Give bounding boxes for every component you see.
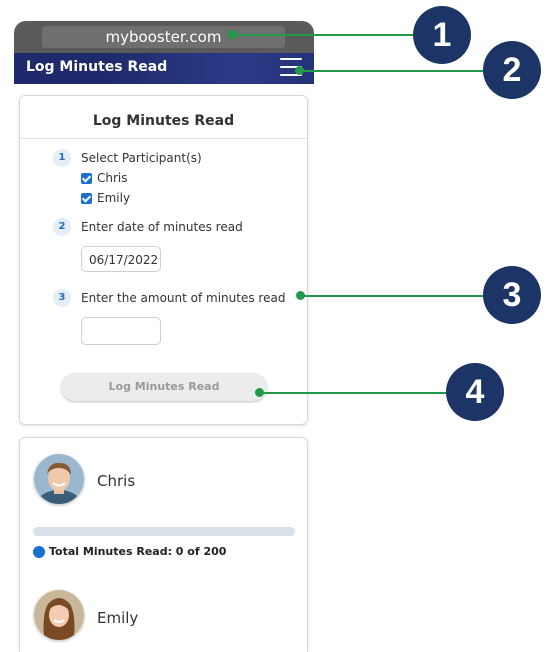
log-minutes-form-card: Log Minutes Read 1 Select Participant(s)… [19,95,308,425]
avatar-emily [34,590,84,640]
participants-card: Chris Total Minutes Read: 0 of 200 Emily [19,437,308,652]
progress-bar [33,527,295,536]
total-minutes: Total Minutes Read: 0 of 200 [33,545,226,558]
callout-badge-3: 3 [483,266,541,324]
participant-checkbox-chris[interactable]: Chris [81,171,128,185]
callout-badge-4: 4 [446,363,504,421]
callout-badge-1: 1 [413,6,471,64]
step-number-3: 3 [53,289,71,307]
progress-dot-icon [33,545,45,558]
url-field[interactable]: mybooster.com [42,26,285,48]
callout-line [260,392,450,394]
step-label: Select Participant(s) [81,151,202,165]
minutes-input[interactable] [81,317,161,345]
step-number-1: 1 [53,149,71,167]
app-title: Log Minutes Read [26,59,168,75]
participant-label: Chris [97,171,128,185]
checkbox-checked-icon[interactable] [81,172,92,184]
participant-name: Chris [97,472,136,490]
callout-line [232,34,415,36]
checkbox-checked-icon[interactable] [81,192,92,204]
callout-badge-2: 2 [483,41,541,99]
browser-url-bar: mybooster.com [14,21,314,53]
log-minutes-button[interactable]: Log Minutes Read [61,373,267,401]
app-header: Log Minutes Read [14,53,314,84]
date-input[interactable]: 06/17/2022 [81,246,161,272]
participant-name: Emily [97,609,139,627]
avatar-chris [34,454,84,504]
step-label: Enter date of minutes read [81,220,243,234]
form-title: Log Minutes Read [20,96,307,139]
callout-line [300,70,485,72]
step-label: Enter the amount of minutes read [81,291,286,305]
participant-label: Emily [97,191,131,205]
step-number-2: 2 [53,218,71,236]
participant-checkbox-emily[interactable]: Emily [81,191,130,205]
callout-line [300,295,485,297]
total-minutes-label: Total Minutes Read: 0 of 200 [49,545,227,558]
